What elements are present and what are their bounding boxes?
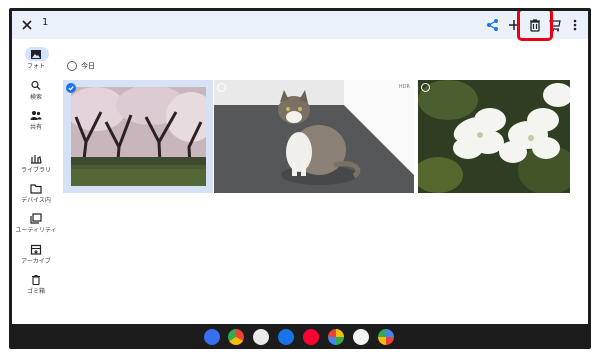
settings-icon[interactable] bbox=[278, 329, 294, 345]
pinwheel-icon[interactable] bbox=[328, 329, 344, 345]
nav-label: ライブラリ bbox=[20, 167, 51, 174]
folder-icon bbox=[30, 184, 42, 194]
nav-item-utilities[interactable]: ユーティリティ bbox=[12, 213, 60, 241]
nav-label: ユーティリティ bbox=[15, 227, 57, 234]
nav-item-sharing[interactable]: 共有 bbox=[12, 110, 60, 138]
screen: 1 フォト 検索 共有 ライブラリ デバイス内 ユーティリティ アーカイブ ゴミ… bbox=[12, 11, 588, 324]
cat-image bbox=[214, 80, 414, 193]
nav-item-archive[interactable]: アーカイブ bbox=[12, 244, 60, 272]
app-dock bbox=[9, 324, 591, 349]
nav-label: 共有 bbox=[29, 124, 42, 131]
nav-item-search[interactable]: 検索 bbox=[12, 80, 60, 108]
nav-item-trash[interactable]: ゴミ箱 bbox=[12, 274, 60, 302]
nav-label: アーカイブ bbox=[21, 258, 51, 265]
nav-item-library[interactable]: ライブラリ bbox=[12, 153, 60, 181]
camera-icon[interactable] bbox=[253, 329, 269, 345]
photo-icon bbox=[31, 50, 41, 59]
search-icon bbox=[31, 80, 41, 91]
more-vert-icon[interactable] bbox=[567, 17, 583, 33]
select-date-radio[interactable] bbox=[67, 61, 77, 71]
photo-tile-cat[interactable]: HDR bbox=[214, 80, 414, 193]
photo-grid: HDR bbox=[63, 80, 579, 193]
photo-tile-flower[interactable] bbox=[418, 80, 570, 193]
utility-icon bbox=[30, 213, 42, 224]
paypay-icon[interactable] bbox=[303, 329, 319, 345]
trash-highlight-box bbox=[517, 11, 553, 41]
cherry-blossom-image bbox=[71, 87, 206, 186]
close-icon[interactable] bbox=[19, 17, 35, 33]
people-icon bbox=[30, 111, 42, 120]
date-label: 今日 bbox=[81, 62, 95, 70]
google-photos-app-icon[interactable] bbox=[204, 329, 220, 345]
launcher-icon[interactable] bbox=[378, 329, 394, 345]
library-icon bbox=[31, 155, 42, 164]
nav-rail: フォト 検索 共有 ライブラリ デバイス内 ユーティリティ アーカイブ ゴミ箱 bbox=[12, 41, 60, 301]
archive-icon bbox=[30, 244, 42, 255]
nav-label: フォト bbox=[26, 63, 45, 70]
nav-label: ゴミ箱 bbox=[26, 288, 45, 295]
unselected-circle-icon[interactable] bbox=[421, 83, 430, 92]
selection-toolbar: 1 bbox=[12, 11, 588, 41]
share-icon[interactable] bbox=[485, 17, 501, 33]
hdr-badge: HDR bbox=[398, 84, 410, 90]
unselected-circle-icon[interactable] bbox=[217, 83, 226, 92]
selected-count: 1 bbox=[42, 17, 49, 28]
nav-item-photos[interactable]: フォト bbox=[12, 47, 60, 77]
tablet-device: 1 フォト 検索 共有 ライブラリ デバイス内 ユーティリティ アーカイブ ゴミ… bbox=[9, 8, 591, 349]
azalea-image bbox=[418, 80, 570, 193]
nav-label: デバイス内 bbox=[21, 197, 51, 204]
nav-item-on-device[interactable]: デバイス内 bbox=[12, 183, 60, 211]
photo-tile-cherry-blossom[interactable] bbox=[63, 80, 213, 193]
assistant-icon[interactable] bbox=[353, 329, 369, 345]
trash-icon bbox=[32, 274, 40, 285]
chrome-icon[interactable] bbox=[228, 329, 244, 345]
selected-check-icon[interactable] bbox=[66, 83, 76, 93]
nav-label: 検索 bbox=[29, 94, 42, 101]
